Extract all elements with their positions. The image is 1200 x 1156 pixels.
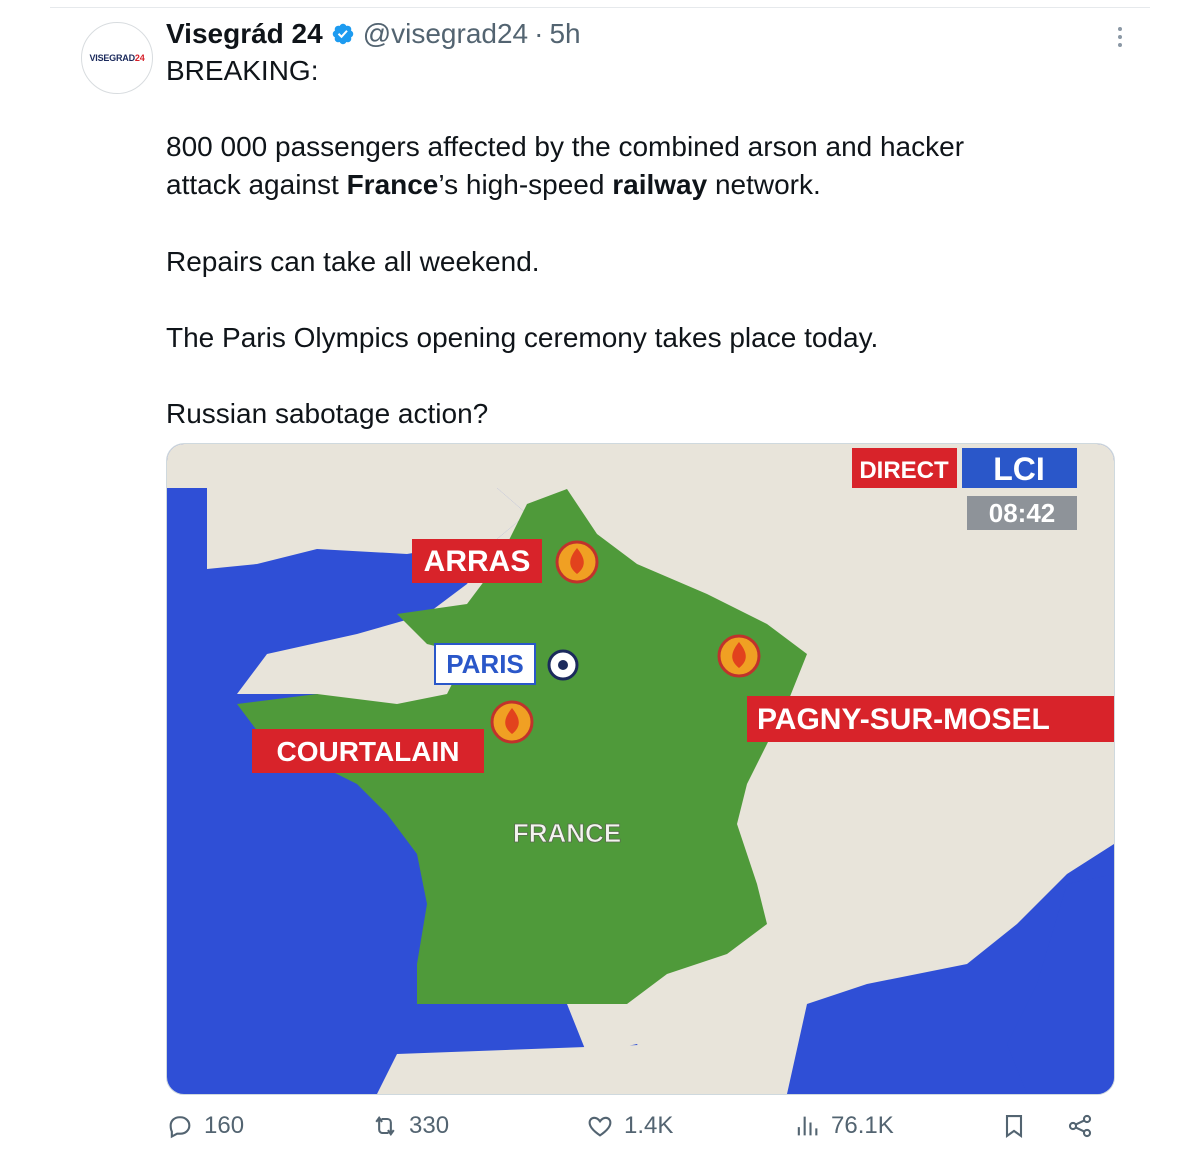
text-segment: network. xyxy=(707,169,821,200)
tweet-media-image[interactable]: DIRECT LCI 08:42 ARRAS PARIS COURTALAIN … xyxy=(166,443,1115,1095)
tweet-paragraph-1b: attack against France’s high-speed railw… xyxy=(166,166,1126,204)
pagny-label: PAGNY-SUR-MOSEL xyxy=(757,703,1050,736)
arras-label: ARRAS xyxy=(424,545,531,578)
tweet-time[interactable]: 5h xyxy=(549,18,580,50)
views-icon xyxy=(797,1116,818,1136)
repost-icon xyxy=(375,1116,395,1136)
tweet-header: Visegrád 24 @visegrad24 · 5h xyxy=(166,12,581,56)
text-segment: ’s high-speed xyxy=(438,169,613,200)
author-handle[interactable]: @visegrad24 xyxy=(363,18,528,50)
tweet-paragraph-4: Russian sabotage action? xyxy=(166,398,489,429)
reply-icon xyxy=(169,1116,191,1139)
france-label: FRANCE xyxy=(513,818,621,848)
bookmark-button[interactable] xyxy=(1000,1104,1028,1148)
tweet-paragraph-3: The Paris Olympics opening ceremony take… xyxy=(166,322,879,353)
top-divider xyxy=(50,7,1150,8)
paris-marker-dot xyxy=(558,660,568,670)
verified-badge-icon xyxy=(331,22,355,46)
avatar-text-24: 24 xyxy=(134,53,145,63)
like-count: 1.4K xyxy=(624,1112,674,1139)
lci-label: LCI xyxy=(993,451,1045,487)
tweet-action-bar: 160 330 1.4K 76.1K xyxy=(166,1104,1100,1148)
repost-count: 330 xyxy=(409,1112,450,1139)
share-icon xyxy=(1068,1114,1092,1138)
reply-button[interactable]: 160 xyxy=(166,1104,244,1148)
views-button[interactable]: 76.1K xyxy=(793,1104,894,1148)
avatar[interactable]: VISEGRAD 24 xyxy=(81,22,153,94)
tweet-line-breaking: BREAKING: xyxy=(166,55,319,86)
bold-railway: railway xyxy=(612,169,708,200)
clock-label: 08:42 xyxy=(989,498,1056,528)
avatar-text-visegrad: VISEGRAD xyxy=(89,53,135,63)
bookmark-icon xyxy=(1005,1115,1023,1138)
tweet-paragraph-1a: 800 000 passengers affected by the combi… xyxy=(166,131,965,162)
dot-separator: · xyxy=(534,18,544,49)
author-name[interactable]: Visegrád 24 xyxy=(166,18,323,50)
more-options-icon[interactable] xyxy=(1108,22,1132,52)
like-button[interactable]: 1.4K xyxy=(586,1104,673,1148)
direct-label: DIRECT xyxy=(859,457,949,484)
courtalain-label: COURTALAIN xyxy=(276,736,459,767)
paris-label: PARIS xyxy=(446,649,524,679)
tweet-paragraph-2: Repairs can take all weekend. xyxy=(166,246,540,277)
bold-france: France xyxy=(346,169,439,200)
text-segment: attack against xyxy=(166,169,347,200)
repost-button[interactable]: 330 xyxy=(371,1104,449,1148)
like-icon xyxy=(588,1116,612,1137)
view-count: 76.1K xyxy=(831,1112,894,1139)
reply-count: 160 xyxy=(204,1112,245,1139)
share-button[interactable] xyxy=(1066,1104,1094,1148)
